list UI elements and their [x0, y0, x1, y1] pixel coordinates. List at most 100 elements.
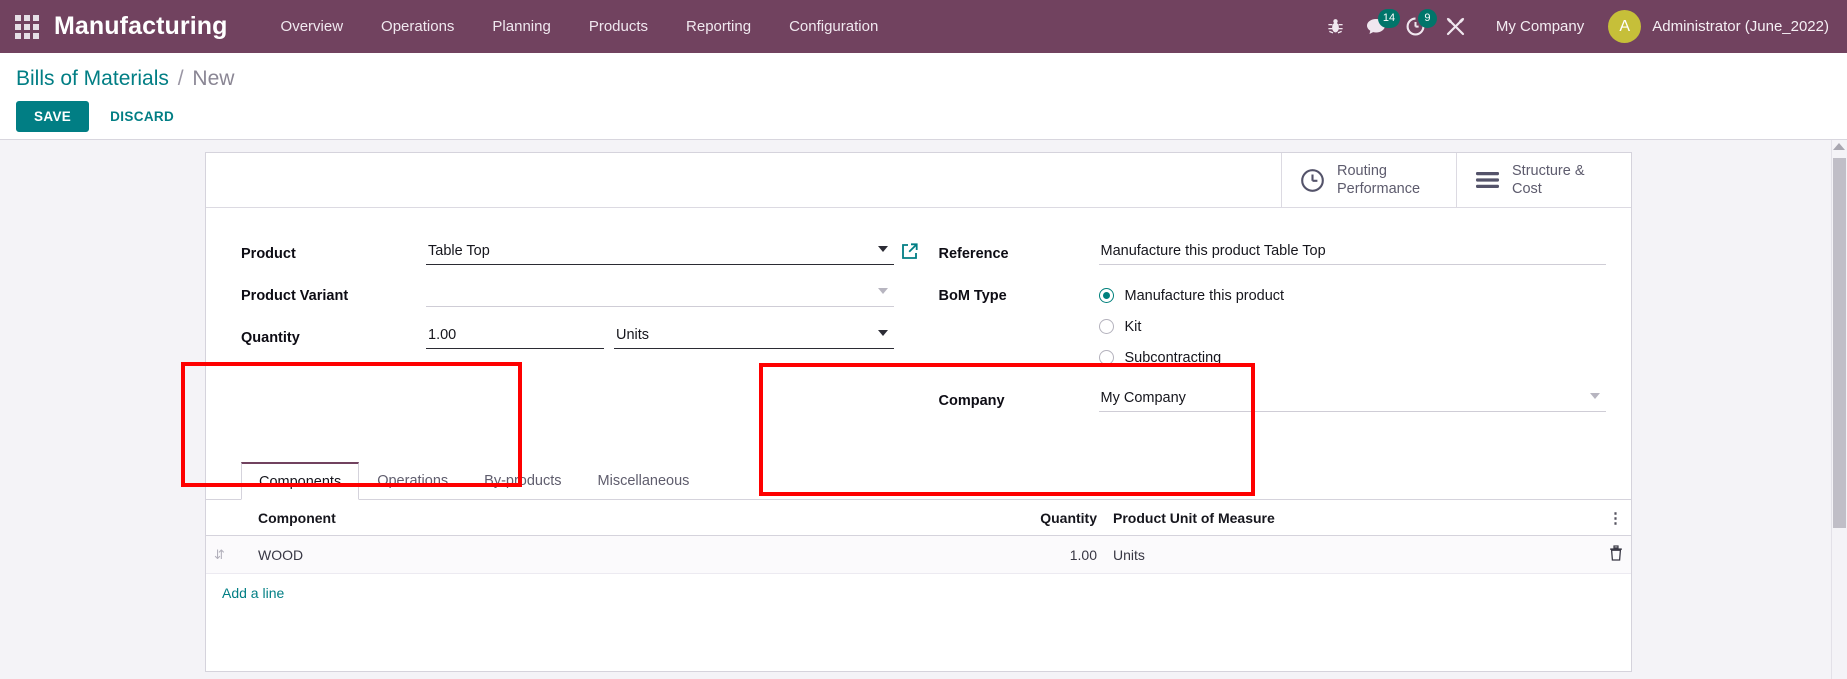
field-row-product: Product — [241, 238, 918, 272]
product-input[interactable] — [426, 238, 894, 265]
form-sheet: Routing Performance Structure & Cost Pro… — [205, 152, 1632, 672]
field-row-reference: Reference — [938, 238, 1606, 272]
product-variant-input[interactable] — [426, 280, 894, 307]
bom-type-option-manufacture[interactable]: Manufacture this product — [1098, 280, 1607, 311]
menu-item-planning[interactable]: Planning — [473, 0, 569, 53]
reference-input[interactable] — [1098, 238, 1606, 265]
bom-type-option-manufacture-label[interactable]: Manufacture this product — [1125, 288, 1285, 304]
column-header-handle — [206, 500, 250, 536]
product-field-wrap — [426, 238, 918, 265]
apps-dot — [24, 14, 30, 21]
tab-components[interactable]: Components — [241, 462, 360, 500]
quantity-field-wrap — [426, 322, 894, 349]
apps-dot — [15, 32, 21, 39]
tab-by-products[interactable]: By-products — [466, 462, 579, 500]
activities-badge: 9 — [1417, 9, 1437, 28]
add-a-line-button[interactable]: Add a line — [214, 574, 292, 612]
bom-type-option-kit-label[interactable]: Kit — [1125, 319, 1142, 335]
structure-and-cost-button[interactable]: Structure & Cost — [1456, 153, 1631, 207]
record-action-buttons: SAVE DISCARD — [16, 101, 1847, 132]
table-header-row: Component Quantity Product Unit of Measu… — [206, 500, 1631, 536]
menu-item-reporting[interactable]: Reporting — [667, 0, 770, 53]
apps-dot — [33, 14, 39, 21]
quantity-uom-pair — [426, 322, 894, 349]
navbar-company-name[interactable]: My Company — [1476, 18, 1600, 35]
components-table: Component Quantity Product Unit of Measu… — [206, 500, 1631, 612]
trash-icon[interactable] — [1609, 545, 1623, 564]
field-row-product-variant: Product Variant — [241, 280, 894, 314]
apps-dot — [15, 14, 21, 21]
app-brand-title[interactable]: Manufacturing — [54, 12, 228, 41]
external-link-icon[interactable] — [901, 243, 918, 265]
menu-item-operations[interactable]: Operations — [362, 0, 473, 53]
user-name-label: Administrator (June_2022) — [1652, 18, 1829, 35]
company-input[interactable] — [1098, 385, 1606, 412]
scroll-up-arrow-icon[interactable] — [1833, 143, 1845, 150]
product-variant-label: Product Variant — [241, 288, 349, 304]
scrollbar-thumb[interactable] — [1833, 158, 1846, 528]
drag-handle-icon[interactable]: ⇵ — [214, 547, 225, 562]
radio-unselected-icon[interactable] — [1098, 319, 1114, 334]
developer-tools-icon[interactable] — [1436, 0, 1476, 53]
radio-unselected-icon[interactable] — [1098, 350, 1114, 365]
bom-type-option-kit[interactable]: Kit — [1098, 311, 1607, 342]
apps-dot — [33, 32, 39, 39]
reference-label: Reference — [938, 246, 1009, 262]
product-label: Product — [241, 246, 296, 262]
row-delete-cell[interactable] — [1585, 535, 1631, 574]
row-quantity-cell[interactable]: 1.00 — [985, 535, 1105, 574]
apps-dot — [33, 23, 39, 30]
column-header-quantity[interactable]: Quantity — [985, 500, 1105, 536]
company-label: Company — [938, 393, 1005, 409]
bug-icon[interactable] — [1316, 0, 1356, 53]
activities-clock-icon[interactable]: 9 — [1396, 0, 1437, 53]
row-component-cell[interactable]: WOOD — [250, 535, 985, 574]
reference-field-wrap — [1098, 238, 1606, 265]
apps-grid-icon[interactable] — [10, 10, 44, 44]
chevron-down-icon[interactable] — [877, 246, 888, 252]
discard-button[interactable]: DISCARD — [95, 101, 189, 132]
product-variant-field-wrap — [426, 280, 894, 307]
routing-performance-button[interactable]: Routing Performance — [1281, 153, 1456, 207]
list-icon — [1475, 170, 1500, 190]
control-panel: Bills of Materials / New SAVE DISCARD — [0, 53, 1847, 140]
bom-type-label: BoM Type — [938, 288, 1007, 304]
chevron-down-icon[interactable] — [1590, 393, 1600, 399]
save-button[interactable]: SAVE — [16, 101, 90, 132]
form-inner-groups: Product Table Top Product Variant Quanti… — [206, 208, 1631, 427]
breadcrumb-bills-of-materials[interactable]: Bills of Materials — [16, 67, 169, 90]
breadcrumb-current-record: New — [192, 67, 235, 90]
messages-icon[interactable]: 14 — [1356, 0, 1401, 53]
radio-selected-icon[interactable] — [1098, 288, 1114, 303]
form-view-background: Routing Performance Structure & Cost Pro… — [0, 140, 1847, 679]
optional-columns-toggle[interactable]: ⋮ — [1585, 500, 1631, 536]
form-group-right: Reference BoM Type Manufacture this prod… — [919, 238, 1632, 427]
quantity-input[interactable] — [426, 322, 604, 349]
user-menu[interactable]: A Administrator (June_2022) — [1600, 10, 1829, 43]
notebook-tabs: Components Operations By-products Miscel… — [206, 461, 1631, 500]
vertical-dots-icon[interactable]: ⋮ — [1608, 510, 1623, 527]
structure-cost-line1: Structure & — [1512, 163, 1585, 179]
stat-button-box: Routing Performance Structure & Cost — [206, 153, 1631, 208]
vertical-scrollbar[interactable] — [1831, 140, 1847, 679]
apps-dot — [24, 32, 30, 39]
bom-type-option-subcontracting-label[interactable]: Subcontracting — [1125, 350, 1222, 366]
column-header-uom[interactable]: Product Unit of Measure — [1105, 500, 1585, 536]
tab-miscellaneous[interactable]: Miscellaneous — [580, 462, 708, 500]
row-drag-handle-cell[interactable]: ⇵ — [206, 535, 250, 574]
menu-item-overview[interactable]: Overview — [262, 0, 363, 53]
add-line-row: Add a line — [206, 573, 1631, 612]
menu-item-products[interactable]: Products — [570, 0, 667, 53]
menu-item-configuration[interactable]: Configuration — [770, 0, 897, 53]
tab-operations[interactable]: Operations — [359, 462, 466, 500]
bom-type-option-subcontracting[interactable]: Subcontracting — [1098, 342, 1607, 373]
clock-icon — [1300, 168, 1325, 193]
apps-dot — [24, 23, 30, 30]
chevron-down-icon[interactable] — [877, 330, 888, 336]
column-header-component[interactable]: Component — [250, 500, 985, 536]
row-uom-cell[interactable]: Units — [1105, 535, 1585, 574]
uom-input[interactable] — [614, 322, 894, 349]
navbar-right-tools: 14 9 My Company A Administrator (June_20… — [1316, 0, 1829, 53]
chevron-down-icon[interactable] — [877, 288, 888, 294]
table-row[interactable]: ⇵ WOOD 1.00 Units — [206, 535, 1631, 574]
